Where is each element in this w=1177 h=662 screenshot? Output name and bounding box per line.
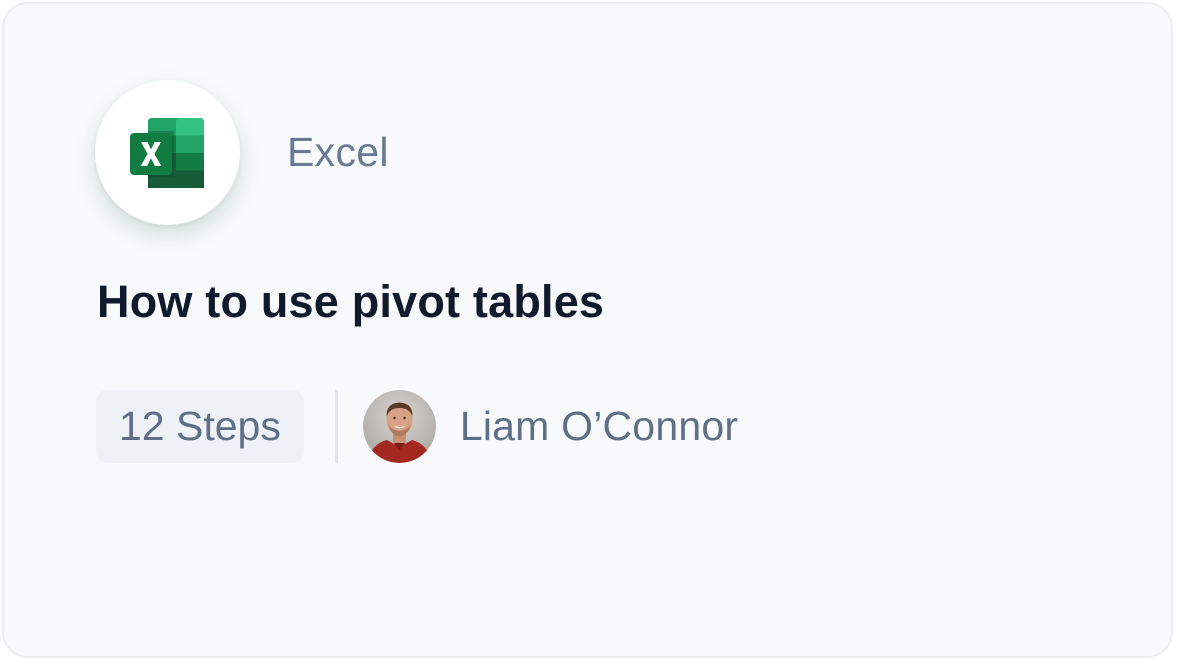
author-name[interactable]: Liam O’Connor (460, 403, 738, 450)
app-badge (95, 80, 240, 225)
guide-title[interactable]: How to use pivot tables (97, 276, 604, 328)
guide-card[interactable]: Excel How to use pivot tables 12 Steps L… (2, 2, 1173, 658)
steps-badge: 12 Steps (96, 390, 304, 463)
app-name: Excel (287, 129, 389, 175)
app-header: Excel (95, 80, 389, 225)
meta-divider (334, 390, 338, 463)
excel-icon (129, 117, 204, 188)
author-avatar[interactable] (362, 390, 436, 463)
guide-meta: 12 Steps Liam O’Connor (96, 389, 738, 464)
